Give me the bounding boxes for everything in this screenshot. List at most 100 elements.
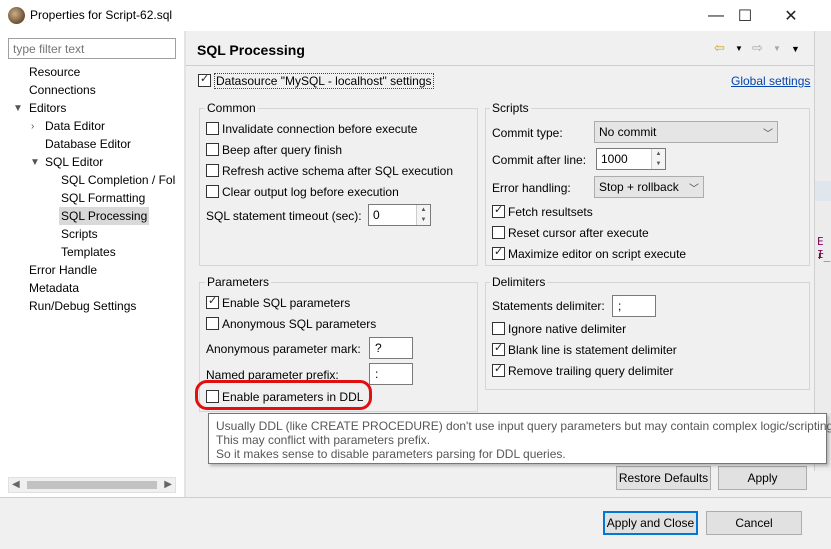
anonymous-params-label: Anonymous SQL parameters	[222, 317, 377, 331]
commit-type-value: No commit	[599, 125, 657, 139]
tree-item-metadata[interactable]: Metadata	[29, 279, 79, 297]
ignore-native-label: Ignore native delimiter	[508, 322, 627, 336]
tree-item-run-debug[interactable]: Run/Debug Settings	[29, 297, 136, 315]
view-menu-icon[interactable]: ▼	[791, 44, 800, 54]
tree-item-connections[interactable]: Connections	[29, 81, 96, 99]
forward-arrow-icon[interactable]: ⇨	[752, 40, 763, 56]
timeout-value: 0	[373, 208, 380, 222]
anonymous-params-checkbox[interactable]	[206, 317, 219, 330]
timeout-spinner[interactable]: 0 ▲ ▼	[368, 204, 431, 226]
error-handling-label: Error handling:	[492, 181, 571, 195]
refresh-schema-label: Refresh active schema after SQL executio…	[222, 164, 453, 178]
commit-after-value: 1000	[601, 152, 628, 166]
statements-delimiter-input[interactable]: ;	[612, 295, 656, 317]
title-bar: Properties for Script-62.sql — ☐ ✕	[0, 0, 831, 31]
apply-and-close-button[interactable]: Apply and Close	[603, 511, 698, 535]
anon-mark-input[interactable]: ?	[369, 337, 413, 359]
cancel-button[interactable]: Cancel	[706, 511, 802, 535]
parameters-group-title: Parameters	[205, 275, 272, 289]
maximize-editor-checkbox[interactable]	[492, 245, 505, 260]
timeout-label: SQL statement timeout (sec):	[206, 209, 362, 223]
background-highlight	[815, 181, 831, 201]
restore-defaults-button[interactable]: Restore Defaults	[616, 466, 711, 490]
chevron-down-icon: ﹀	[763, 129, 773, 140]
ddl-params-tooltip: Usually DDL (like CREATE PROCEDURE) don'…	[208, 413, 831, 464]
remove-trailing-label: Remove trailing query delimiter	[508, 364, 674, 378]
tooltip-line: Usually DDL (like CREATE PROCEDURE) don'…	[216, 419, 831, 433]
scroll-left-icon[interactable]: ◀	[12, 478, 20, 492]
maximize-button[interactable]: ☐	[722, 0, 768, 31]
invalidate-connection-label: Invalidate connection before execute	[222, 122, 418, 136]
common-group-title: Common	[205, 101, 258, 115]
named-prefix-input[interactable]: :	[369, 363, 413, 385]
tree-item-sql-completion[interactable]: SQL Completion / Fol	[61, 171, 176, 189]
chevron-down-icon[interactable]: ▼	[30, 157, 40, 168]
forward-history-dropdown-icon[interactable]: ▼	[773, 44, 781, 53]
refresh-schema-checkbox[interactable]	[206, 164, 219, 177]
commit-after-label: Commit after line:	[492, 153, 587, 167]
remove-trailing-checkbox[interactable]	[492, 362, 505, 377]
background-code: r_	[817, 249, 831, 262]
maximize-editor-label: Maximize editor on script execute	[508, 247, 687, 261]
scroll-right-icon[interactable]: ▶	[164, 478, 172, 492]
scrollbar-thumb[interactable]	[27, 481, 157, 489]
blank-line-checkbox[interactable]	[492, 341, 505, 356]
window-title: Properties for Script-62.sql	[30, 8, 173, 22]
close-button[interactable]: ✕	[768, 0, 814, 31]
anon-mark-label: Anonymous parameter mark:	[206, 342, 361, 356]
reset-cursor-label: Reset cursor after execute	[508, 226, 649, 240]
tree-item-sql-editor[interactable]: SQL Editor	[45, 153, 103, 171]
back-history-dropdown-icon[interactable]: ▼	[735, 44, 743, 53]
tooltip-line: So it makes sense to disable parameters …	[216, 447, 566, 461]
ignore-native-checkbox[interactable]	[492, 322, 505, 335]
blank-line-label: Blank line is statement delimiter	[508, 343, 677, 357]
tree-item-sql-processing[interactable]: SQL Processing	[59, 207, 150, 225]
spin-down-icon[interactable]: ▼	[651, 159, 665, 169]
reset-cursor-checkbox[interactable]	[492, 226, 505, 239]
invalidate-connection-checkbox[interactable]	[206, 122, 219, 135]
scripts-group-title: Scripts	[490, 101, 531, 115]
tree-item-editors[interactable]: Editors	[29, 99, 66, 117]
clear-log-label: Clear output log before execution	[222, 185, 399, 199]
clear-log-checkbox[interactable]	[206, 185, 219, 198]
commit-after-spinner[interactable]: 1000 ▲ ▼	[596, 148, 666, 170]
back-arrow-icon[interactable]: ⇦	[714, 40, 725, 56]
tree-item-sql-formatting[interactable]: SQL Formatting	[61, 189, 145, 207]
delimiters-group-title: Delimiters	[490, 275, 548, 289]
global-settings-link[interactable]: Global settings	[731, 74, 810, 88]
background-window: E I r_	[814, 31, 831, 471]
apply-button[interactable]: Apply	[718, 466, 807, 490]
beep-label: Beep after query finish	[222, 143, 343, 157]
fetch-resultsets-checkbox[interactable]	[492, 203, 505, 218]
statements-delimiter-label: Statements delimiter:	[492, 299, 605, 313]
datasource-settings-label[interactable]: Datasource "MySQL - localhost" settings	[214, 73, 434, 89]
beep-checkbox[interactable]	[206, 143, 219, 156]
tree-item-scripts[interactable]: Scripts	[61, 225, 98, 243]
enable-sql-params-label: Enable SQL parameters	[222, 296, 351, 310]
tree-item-resource[interactable]: Resource	[29, 63, 80, 81]
tooltip-line: This may conflict with parameters prefix…	[216, 433, 431, 447]
chevron-down-icon[interactable]: ▼	[13, 103, 23, 114]
spin-up-icon[interactable]: ▲	[651, 149, 665, 159]
commit-type-label: Commit type:	[492, 126, 563, 140]
tree-item-database-editor[interactable]: Database Editor	[45, 135, 131, 153]
spin-down-icon[interactable]: ▼	[416, 215, 430, 225]
button-bar-separator	[0, 497, 831, 498]
datasource-settings-checkbox[interactable]	[198, 72, 211, 87]
header-separator	[186, 65, 814, 66]
commit-type-select[interactable]: No commit ﹀	[594, 121, 778, 143]
app-icon	[8, 7, 25, 24]
tree-horizontal-scrollbar[interactable]: ◀ ▶	[8, 477, 176, 493]
filter-input[interactable]	[8, 38, 176, 59]
chevron-down-icon: ﹀	[689, 184, 699, 195]
enable-sql-params-checkbox[interactable]	[206, 294, 219, 309]
tree-item-data-editor[interactable]: Data Editor	[45, 117, 105, 135]
spin-up-icon[interactable]: ▲	[416, 205, 430, 215]
tree-item-templates[interactable]: Templates	[61, 243, 116, 261]
chevron-right-icon[interactable]: ›	[31, 121, 34, 132]
tree-item-error-handle[interactable]: Error Handle	[29, 261, 97, 279]
fetch-resultsets-label: Fetch resultsets	[508, 205, 593, 219]
panel-divider[interactable]	[184, 31, 186, 497]
error-handling-value: Stop + rollback	[599, 180, 679, 194]
error-handling-select[interactable]: Stop + rollback ﹀	[594, 176, 704, 198]
